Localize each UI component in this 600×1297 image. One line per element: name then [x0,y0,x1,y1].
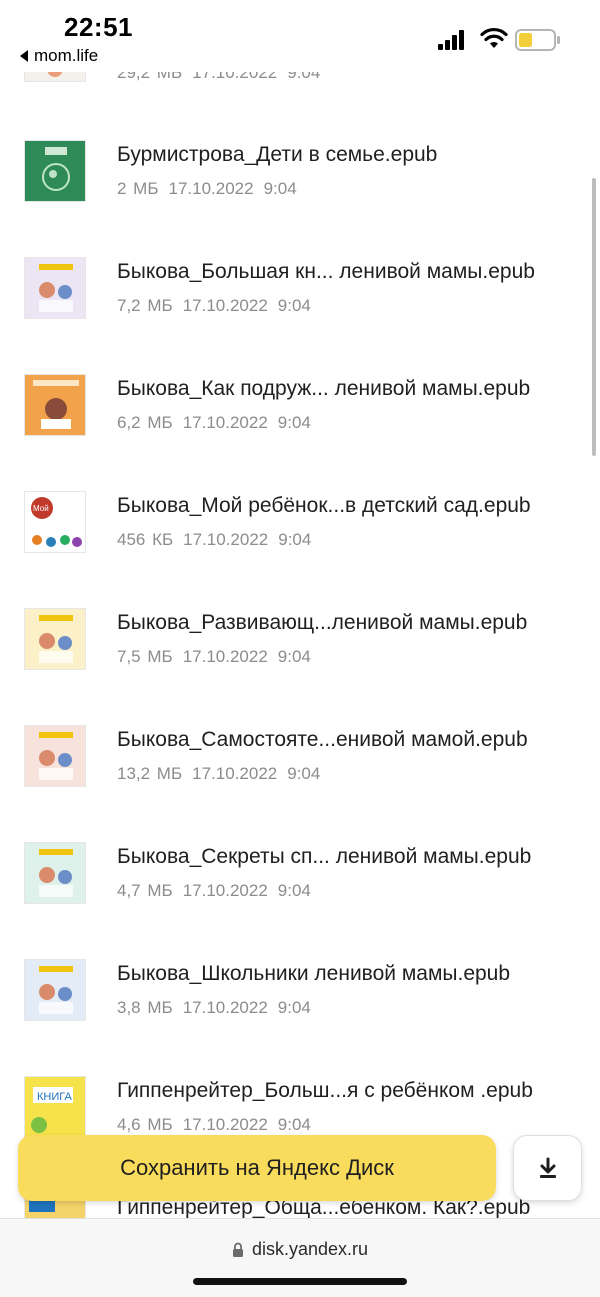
file-name: Гиппенрейтер_Больш...я с ребёнком .epub [117,1079,533,1102]
url-text: disk.yandex.ru [251,1239,369,1259]
file-list-item[interactable]: Бурмистрова_Дети в семье.epub 2 МБ 17.10.2… [0,123,590,240]
file-name: Быкова_Самостояте...енивой мамой.epub [117,728,528,751]
file-meta: 6,2 МБ 17.10.2022 9:04 [117,413,321,433]
file-name: Быкова_Большая кн... ленивой мамы.epub [117,260,535,283]
file-list[interactable]: 29,2 МБ 17.10.2022 9:04 Бурмистрова_Дети в … [0,0,600,1220]
file-list-item[interactable]: Быкова_Школьники ленивой мамы.epub 3,8 МБ… [0,942,590,1059]
file-date: 17.10.2022 [192,764,278,783]
file-date: 17.10.2022 [182,881,268,900]
file-size: 2 МБ [117,179,159,198]
home-indicator[interactable] [193,1278,407,1285]
url-row[interactable]: disk.yandex.ru [0,1239,600,1260]
file-meta: 7,2 МБ 17.10.2022 9:04 [117,296,321,316]
file-size: 4,7 МБ [117,881,173,900]
book-cover-thumbnail [24,257,86,319]
file-list-item[interactable]: Быкова_Секреты сп... ленивой мамы.epub 4,… [0,825,590,942]
file-date: 17.10.2022 [182,296,268,315]
file-name: Бурмистрова_Дети в семье.epub [117,143,438,166]
battery-icon [515,29,560,51]
file-name: Быкова_Школьники ленивой мамы.epub [117,962,511,985]
scrollbar[interactable] [592,178,596,456]
book-cover-thumbnail: КНИГА [24,1076,86,1138]
file-name: Быкова_Как подруж... ленивой мамы.epub [117,377,531,400]
download-icon [539,1157,556,1178]
file-list-item[interactable]: Быкова_Развивающ...ленивой мамы.epub 7,5 … [0,591,590,708]
back-app-label: mom.life [34,46,99,65]
file-meta: 2 МБ 17.10.2022 9:04 [117,179,307,199]
file-meta: 4,6 МБ 17.10.2022 9:04 [117,1115,321,1135]
book-cover-thumbnail [24,140,86,202]
file-time: 9:04 [277,413,311,432]
wifi-icon [480,27,508,48]
file-size: 13,2 МБ [117,764,183,783]
file-list-item[interactable]: Быкова_Большая кн... ленивой мамы.epub 7,… [0,240,590,357]
file-date: 17.10.2022 [182,1115,268,1134]
book-cover-thumbnail [24,725,86,787]
download-button[interactable] [513,1135,582,1201]
status-time: 22:51 [64,12,133,42]
save-to-yandex-disk-button[interactable]: Сохранить на Яндекс Диск [18,1135,496,1201]
file-time: 9:04 [277,1115,311,1134]
file-size: 7,5 МБ [117,647,173,666]
file-time: 9:04 [277,998,311,1017]
book-cover-thumbnail [24,608,86,670]
file-date: 17.10.2022 [182,647,268,666]
file-date: 17.10.2022 [183,530,269,549]
back-to-app-link[interactable]: mom.life [20,46,98,66]
file-meta: 3,8 МБ 17.10.2022 9:04 [117,998,321,1018]
book-cover-thumbnail [24,374,86,436]
file-date: 17.10.2022 [168,179,254,198]
svg-text:Мой: Мой [33,504,49,513]
file-size: 6,2 МБ [117,413,173,432]
file-date: 17.10.2022 [182,998,268,1017]
file-size: 4,6 МБ [117,1115,173,1134]
browser-address-bar[interactable]: disk.yandex.ru [0,1218,600,1297]
back-arrow-icon [20,50,28,62]
book-cover-thumbnail [24,842,86,904]
file-meta: 4,7 МБ 17.10.2022 9:04 [117,881,321,901]
file-size: 3,8 МБ [117,998,173,1017]
book-cover-thumbnail: Мой [24,491,86,553]
file-name: Быкова_Мой ребёнок...в детский сад.epub [117,494,531,517]
lock-icon [232,1242,243,1257]
status-bar: 22:51 mom.life [0,0,600,72]
file-time: 9:04 [277,647,311,666]
file-time: 9:04 [287,764,321,783]
file-time: 9:04 [277,296,311,315]
file-name: Быкова_Развивающ...ленивой мамы.epub [117,611,528,634]
file-meta: 456 КБ 17.10.2022 9:04 [117,530,321,550]
file-size: 7,2 МБ [117,296,173,315]
file-list-item[interactable]: Мой Быкова_Мой ребёнок...в детский сад.ep… [0,474,590,591]
file-meta: 7,5 МБ 17.10.2022 9:04 [117,647,321,667]
svg-text:КНИГА: КНИГА [37,1091,72,1103]
file-size: 456 КБ [117,530,174,549]
file-list-item[interactable]: Быкова_Самостояте...енивой мамой.epub 13,… [0,708,590,825]
file-time: 9:04 [277,881,311,900]
file-name: Быкова_Секреты сп... ленивой мамы.epub [117,845,532,868]
file-time: 9:04 [263,179,297,198]
book-cover-thumbnail [24,959,86,1021]
file-date: 17.10.2022 [182,413,268,432]
file-list-item[interactable]: Быкова_Как подруж... ленивой мамы.epub 6,… [0,357,590,474]
cellular-signal-icon [438,30,464,50]
file-time: 9:04 [278,530,312,549]
file-meta: 13,2 МБ 17.10.2022 9:04 [117,764,330,784]
